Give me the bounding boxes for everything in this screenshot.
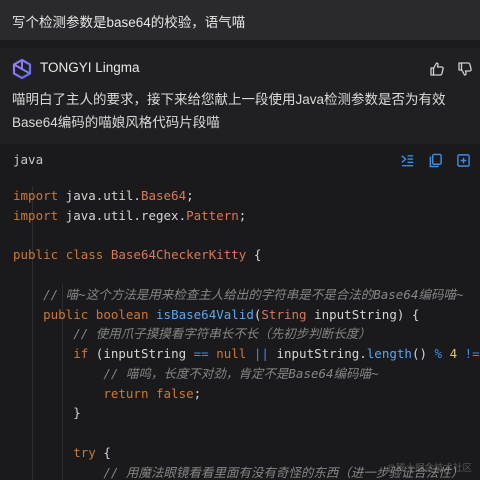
chat-panel: 写个检测参数是base64的校验，语气喵 TONGYI Lingma 喵明白了主… xyxy=(0,0,480,480)
code-line: import java.util.Base64; xyxy=(13,186,480,206)
code-token: inputString. xyxy=(268,346,367,361)
code-line: } xyxy=(13,403,480,423)
code-token: ; xyxy=(186,188,194,203)
code-token: // 喵~这个方法是用来检查主人给出的字符串是不是合法的Base64编码喵~ xyxy=(43,286,464,302)
code-token: || xyxy=(253,346,269,361)
thumbs-down-icon[interactable] xyxy=(454,58,476,80)
code-token: { xyxy=(95,444,111,460)
new-file-icon[interactable] xyxy=(453,150,473,170)
code-token: false xyxy=(156,385,194,401)
code-token: boolean xyxy=(95,306,149,322)
assistant-intro-text: 喵明白了主人的要求，接下来给您献上一段使用Java检测参数是否为有效Base64… xyxy=(12,92,446,130)
code-token: inputString) { xyxy=(306,306,420,322)
code-token: class xyxy=(65,247,104,263)
code-token: public xyxy=(13,247,59,263)
code-token: try xyxy=(73,444,96,460)
code-block: java import java.util.Base64; import jav… xyxy=(0,144,480,480)
code-token: return xyxy=(103,385,149,401)
code-token: (inputString xyxy=(88,346,194,361)
code-token: import xyxy=(13,207,59,223)
code-token: public xyxy=(43,306,89,322)
code-token: null xyxy=(216,346,247,361)
code-token: ; xyxy=(238,207,247,223)
code-token: Base64CheckerKitty xyxy=(110,247,247,263)
code-line: // 喵~这个方法是用来检查主人给出的字符串是不是合法的Base64编码喵~ xyxy=(13,285,480,305)
code-token: java.util. xyxy=(58,188,141,203)
code-content: import java.util.Base64; import java.util… xyxy=(13,186,480,480)
code-token: // 喵呜，长度不对劲，肯定不是Base64编码喵~ xyxy=(103,365,379,381)
code-token: if xyxy=(73,346,89,361)
code-token: isBase64Valid xyxy=(156,306,254,322)
code-token: ; xyxy=(193,385,202,401)
code-token: 4 xyxy=(449,346,458,361)
copy-icon[interactable] xyxy=(425,150,445,170)
code-token: import xyxy=(13,188,59,203)
code-token: { xyxy=(246,247,262,263)
code-token: Base64 xyxy=(140,188,187,203)
insert-icon[interactable] xyxy=(397,150,417,170)
user-message-text: 写个检测参数是base64的校验，语气喵 xyxy=(12,15,246,30)
code-line: // 使用爪子摸摸看字符串长不长（先初步判断长度） xyxy=(13,324,480,344)
code-token: != xyxy=(464,346,480,361)
thumbs-up-icon[interactable] xyxy=(426,58,448,80)
tongyi-logo-icon xyxy=(12,58,32,80)
code-token: // 使用爪子摸摸看字符串长不长（先初步判断长度） xyxy=(73,326,371,342)
assistant-header: TONGYI Lingma xyxy=(12,58,472,80)
code-line: if (inputString == null || inputString.l… xyxy=(13,344,480,364)
code-line: public boolean isBase64Valid(String inpu… xyxy=(13,305,480,325)
code-token: Pattern xyxy=(186,207,239,223)
code-line: return false; xyxy=(13,384,480,404)
code-line: // 喵呜，长度不对劲，肯定不是Base64编码喵~ xyxy=(13,364,480,384)
user-message: 写个检测参数是base64的校验，语气喵 xyxy=(0,0,480,40)
assistant-name: TONGYI Lingma xyxy=(40,60,140,75)
code-language-label: java xyxy=(13,152,44,167)
code-token: } xyxy=(13,405,81,421)
code-token: == xyxy=(193,346,209,361)
code-token: String xyxy=(261,306,307,322)
code-token: % xyxy=(434,346,443,361)
code-token: () xyxy=(411,346,435,361)
code-token: java.util.regex. xyxy=(58,207,187,223)
code-token: length xyxy=(366,346,412,361)
code-line: public class Base64CheckerKitty { xyxy=(13,245,480,265)
watermark: @稀土掘金技术社区 xyxy=(386,463,472,474)
code-line: import java.util.regex.Pattern; xyxy=(13,206,480,226)
assistant-message: TONGYI Lingma 喵明白了主人的要求，接下来给您献上一段使用Java检… xyxy=(0,48,480,480)
